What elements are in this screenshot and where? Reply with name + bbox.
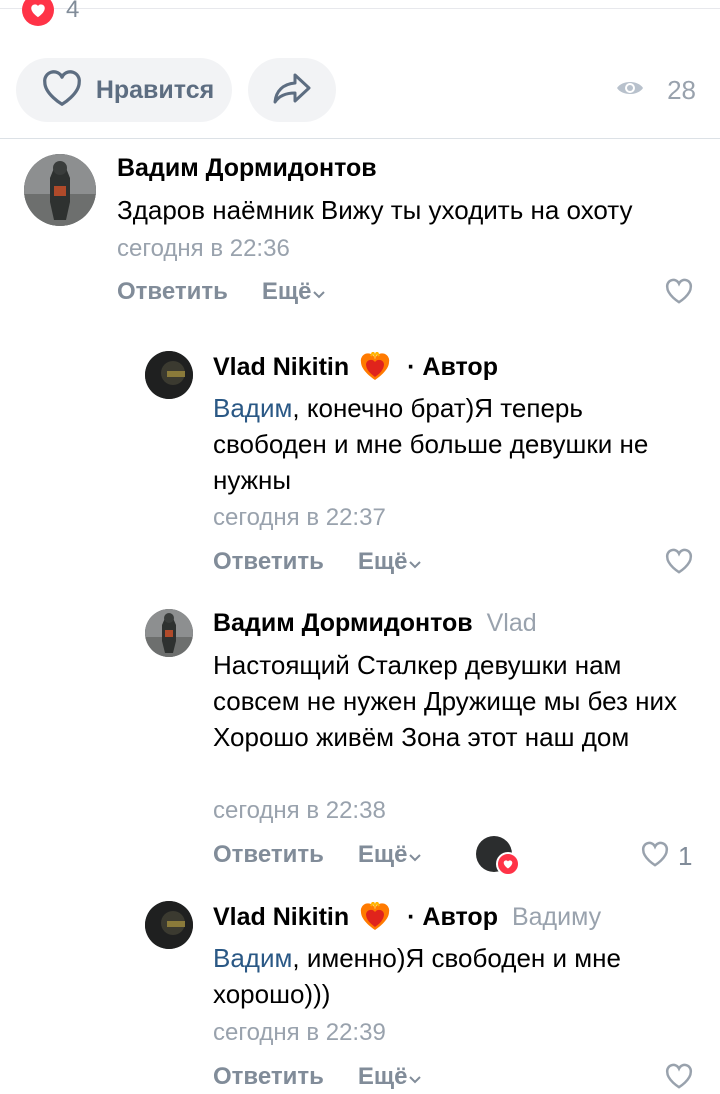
avatar[interactable]	[24, 154, 96, 226]
heart-outline-icon	[664, 278, 694, 309]
heart-icon	[22, 0, 54, 26]
author-tag: · Автор	[407, 352, 498, 381]
more-label: Ещё	[261, 278, 312, 305]
heart-outline-icon	[640, 841, 670, 872]
avatar[interactable]	[145, 901, 193, 949]
mention-link[interactable]: Вадим	[213, 393, 292, 423]
comment-like-button[interactable]	[664, 548, 694, 579]
comment-actions: Ответить Ещё	[213, 841, 422, 869]
section-divider	[0, 138, 720, 139]
comment-author[interactable]: Vlad Nikitin · Автор	[213, 352, 498, 382]
comment-actions: Ответить Ещё	[117, 278, 326, 306]
reply-to-label[interactable]: Vlad	[487, 609, 537, 638]
heart-outline-icon	[664, 548, 694, 579]
comment-like-button[interactable]	[664, 1063, 694, 1094]
comment-date[interactable]: сегодня в 22:36	[117, 235, 290, 263]
heart-outline-icon	[664, 1063, 694, 1094]
eye-icon	[615, 78, 645, 103]
comment-text: Здаров наёмник Вижу ты уходить на охоту	[117, 192, 697, 228]
more-label: Ещё	[357, 548, 408, 575]
more-button[interactable]: Ещё	[358, 548, 422, 576]
comment-like-button[interactable]	[664, 278, 694, 309]
views-counter: 28	[615, 75, 696, 106]
author-tag: · Автор	[407, 902, 498, 931]
comment-date[interactable]: сегодня в 22:38	[213, 797, 386, 825]
post-likes-count: 4	[66, 0, 80, 23]
like-button-label: Нравится	[95, 75, 215, 104]
post-action-bar: Нравится 28	[16, 57, 704, 123]
liker-avatar[interactable]	[476, 836, 520, 876]
comment-text: Вадим, конечно брат)Я теперь свободен и …	[213, 390, 703, 498]
avatar[interactable]	[145, 351, 193, 399]
avatar[interactable]	[145, 609, 193, 657]
fire-heart-icon	[359, 352, 391, 382]
more-button[interactable]: Ещё	[262, 278, 326, 306]
more-button[interactable]: Ещё	[358, 841, 422, 869]
comment-body: Здаров наёмник Вижу ты уходить на охоту	[117, 195, 633, 225]
chevron-down-icon	[408, 841, 422, 869]
reply-button[interactable]: Ответить	[213, 548, 324, 576]
share-arrow-icon	[271, 71, 313, 110]
reply-button[interactable]: Ответить	[213, 1063, 324, 1091]
more-button[interactable]: Ещё	[358, 1063, 422, 1091]
comment-text: Вадим, именно)Я свободен и мне хорошо)))	[213, 940, 703, 1012]
chevron-down-icon	[408, 1063, 422, 1091]
comment-author[interactable]: Vlad Nikitin · Автор Вадиму	[213, 902, 601, 932]
more-label: Ещё	[357, 841, 408, 868]
comment-date[interactable]: сегодня в 22:37	[213, 504, 386, 532]
comment-actions: Ответить Ещё	[213, 1063, 422, 1091]
heart-icon	[496, 852, 520, 876]
author-name[interactable]: Вадим Дормидонтов	[117, 154, 377, 183]
reply-to-label[interactable]: Вадиму	[512, 903, 601, 932]
comment-like-button[interactable]: 1	[640, 841, 692, 872]
author-name[interactable]: Вадим Дормидонтов	[213, 609, 473, 638]
heart-outline-icon	[40, 69, 84, 112]
more-label: Ещё	[357, 1063, 408, 1090]
top-divider	[0, 8, 720, 9]
chevron-down-icon	[312, 278, 326, 306]
views-count: 28	[667, 74, 696, 105]
reply-button[interactable]: Ответить	[213, 841, 324, 869]
comment-actions: Ответить Ещё	[213, 548, 422, 576]
author-name[interactable]: Vlad Nikitin	[213, 353, 349, 382]
comment-body: Настоящий Сталкер девушки нам совсем не …	[213, 650, 678, 752]
fire-heart-icon	[359, 902, 391, 932]
like-button[interactable]: Нравится	[16, 58, 232, 122]
author-name[interactable]: Vlad Nikitin	[213, 903, 349, 932]
comment-likes-count: 1	[678, 841, 693, 871]
reply-button[interactable]: Ответить	[117, 278, 228, 306]
comment-author[interactable]: Вадим Дормидонтов Vlad	[213, 609, 537, 638]
chevron-down-icon	[408, 548, 422, 576]
mention-link[interactable]: Вадим	[213, 943, 292, 973]
comment-date[interactable]: сегодня в 22:39	[213, 1019, 386, 1047]
share-button[interactable]	[248, 58, 336, 122]
comment-text: Настоящий Сталкер девушки нам совсем не …	[213, 647, 703, 755]
post-likes-summary[interactable]: 4	[22, 0, 79, 34]
comment-author[interactable]: Вадим Дормидонтов	[117, 154, 377, 183]
